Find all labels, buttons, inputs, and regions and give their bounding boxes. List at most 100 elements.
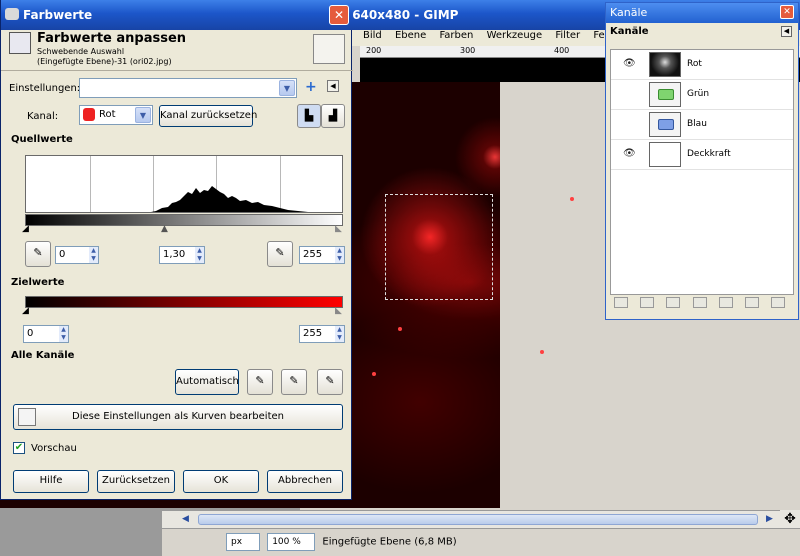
- scroll-right-arrow-icon[interactable]: ▶: [766, 514, 773, 524]
- channel-name: Rot: [687, 59, 702, 69]
- tab-channels[interactable]: Kanäle ◀: [606, 23, 798, 41]
- output-high-spinner[interactable]: 255 ▲ ▼: [299, 325, 345, 343]
- gamma-value: 1,30: [163, 249, 186, 260]
- edit-channel-icon[interactable]: [614, 297, 628, 308]
- close-icon[interactable]: ✕: [780, 5, 794, 19]
- raise-channel-icon[interactable]: [666, 297, 681, 308]
- black-point-slider-icon[interactable]: ◢: [22, 224, 29, 234]
- output-high-value: 255: [303, 328, 323, 339]
- presets-menu-icon[interactable]: ◀: [327, 80, 339, 92]
- reset-button[interactable]: Zurücksetzen: [97, 470, 175, 493]
- unit-select[interactable]: px: [226, 533, 260, 551]
- menu-farben[interactable]: Farben: [439, 30, 473, 41]
- input-gradient: [25, 214, 343, 226]
- input-low-spinner[interactable]: 0 ▲ ▼: [55, 246, 99, 264]
- log-histogram-icon[interactable]: ▟: [321, 104, 345, 128]
- tab-menu-icon[interactable]: ◀: [781, 26, 792, 37]
- output-sliders[interactable]: ◢ ◣: [22, 306, 343, 318]
- channel-select[interactable]: Rot ▼: [79, 105, 153, 125]
- close-icon[interactable]: ✕: [329, 5, 349, 25]
- pick-black-point-icon[interactable]: ✎: [25, 241, 51, 267]
- canvas-star: [540, 350, 544, 354]
- menu-filter[interactable]: Filter: [555, 30, 580, 41]
- menu-werkzeuge[interactable]: Werkzeuge: [487, 30, 543, 41]
- all-channels-heading: Alle Kanäle: [11, 350, 75, 361]
- scrollbar-thumb[interactable]: [198, 514, 758, 525]
- channel-name: Deckkraft: [687, 149, 731, 159]
- input-high-value: 255: [303, 249, 323, 260]
- canvas-star: [570, 197, 574, 201]
- spin-arrows-icon[interactable]: ▲ ▼: [59, 326, 68, 342]
- output-high-slider-icon[interactable]: ◣: [335, 306, 342, 316]
- eye-icon[interactable]: 👁: [623, 58, 639, 70]
- status-text: Eingefügte Ebene (6,8 MB): [322, 536, 457, 548]
- spin-arrows-icon[interactable]: ▲ ▼: [89, 247, 98, 263]
- dialog-header-title: Farbwerte anpassen: [37, 31, 187, 46]
- histogram-curve: [151, 186, 308, 212]
- reset-channel-button[interactable]: Kanal zurücksetzen: [159, 105, 257, 127]
- auto-button[interactable]: Automatisch: [175, 369, 239, 395]
- white-point-slider-icon[interactable]: ◣: [335, 224, 342, 234]
- zoom-select[interactable]: 100 %: [267, 533, 316, 551]
- input-high-spinner[interactable]: 255 ▲ ▼: [299, 246, 345, 264]
- levels-icon: [9, 32, 31, 54]
- ruler-tick-300: 300: [460, 46, 476, 55]
- menu-bild[interactable]: Bild: [363, 30, 382, 41]
- scroll-left-arrow-icon[interactable]: ◀: [182, 514, 189, 524]
- channels-toolbar: [610, 297, 794, 313]
- pick-black-all-icon[interactable]: ✎: [247, 369, 273, 395]
- input-sliders[interactable]: ◢ ▲ ◣: [22, 224, 343, 236]
- floating-selection-marquee[interactable]: [385, 194, 493, 300]
- pick-white-all-icon[interactable]: ✎: [317, 369, 343, 395]
- channels-list[interactable]: 👁 Rot Grün Blau 👁 Deckkraft: [610, 49, 794, 295]
- gimp-eyes-icon: [5, 8, 19, 20]
- pick-white-point-icon[interactable]: ✎: [267, 241, 293, 267]
- duplicate-channel-icon[interactable]: [718, 297, 733, 308]
- channel-row-blue[interactable]: Blau: [611, 110, 793, 140]
- output-low-spinner[interactable]: 0 ▲ ▼: [23, 325, 69, 343]
- gamma-spinner[interactable]: 1,30 ▲ ▼: [159, 246, 205, 264]
- lower-channel-icon[interactable]: [692, 297, 707, 308]
- pick-gray-all-icon[interactable]: ✎: [281, 369, 307, 395]
- add-preset-icon[interactable]: +: [305, 79, 317, 95]
- spin-arrows-icon[interactable]: ▲ ▼: [195, 247, 204, 263]
- linear-histogram-icon[interactable]: ▙: [297, 104, 321, 128]
- cancel-button[interactable]: Abbrechen: [267, 470, 343, 493]
- channel-row-red[interactable]: 👁 Rot: [611, 50, 793, 80]
- spin-arrows-icon[interactable]: ▲ ▼: [335, 247, 344, 263]
- preview-checkbox[interactable]: ✔: [13, 442, 25, 454]
- channel-name: Grün: [687, 89, 710, 99]
- horizontal-scrollbar[interactable]: ◀ ▶: [162, 510, 780, 528]
- preview-label: Vorschau: [31, 443, 77, 454]
- presets-combo[interactable]: ▼: [79, 78, 297, 98]
- edit-as-curves-button[interactable]: Diese Einstellungen als Kurven bearbeite…: [13, 404, 343, 430]
- channel-thumbnail: [649, 142, 681, 167]
- dialog-header-subtitle: Schwebende Auswahl: [37, 47, 125, 56]
- spin-arrows-icon[interactable]: ▲ ▼: [335, 326, 344, 342]
- edit-as-curves-label: Diese Einstellungen als Kurven bearbeite…: [72, 411, 284, 422]
- eye-icon[interactable]: 👁: [623, 148, 639, 160]
- channels-dock: Kanäle ✕ Kanäle ◀ 👁 Rot Grün Blau 👁 Deck…: [605, 2, 799, 320]
- chevron-down-icon[interactable]: ▼: [279, 80, 295, 96]
- ruler-tick-200: 200: [366, 46, 382, 55]
- channel-label: Kanal:: [27, 111, 59, 122]
- channel-to-selection-icon[interactable]: [744, 297, 759, 308]
- ruler-tick-400: 400: [554, 46, 570, 55]
- output-levels-heading: Zielwerte: [11, 277, 65, 288]
- channel-row-alpha[interactable]: 👁 Deckkraft: [611, 140, 793, 170]
- new-channel-icon[interactable]: [640, 297, 655, 308]
- output-low-slider-icon[interactable]: ◢: [22, 306, 29, 316]
- output-low-value: 0: [27, 328, 34, 339]
- channel-row-green[interactable]: Grün: [611, 80, 793, 110]
- output-gradient: [25, 296, 343, 308]
- navigate-icon[interactable]: ✥: [780, 510, 800, 528]
- channel-thumbnail: [649, 112, 681, 137]
- header-divider: [1, 70, 353, 71]
- histogram[interactable]: [25, 155, 343, 213]
- help-button[interactable]: Hilfe: [13, 470, 89, 493]
- delete-channel-icon[interactable]: [771, 297, 786, 308]
- chevron-down-icon[interactable]: ▼: [135, 107, 151, 123]
- gamma-slider-icon[interactable]: ▲: [161, 224, 168, 234]
- menu-ebene[interactable]: Ebene: [395, 30, 426, 41]
- ok-button[interactable]: OK: [183, 470, 259, 493]
